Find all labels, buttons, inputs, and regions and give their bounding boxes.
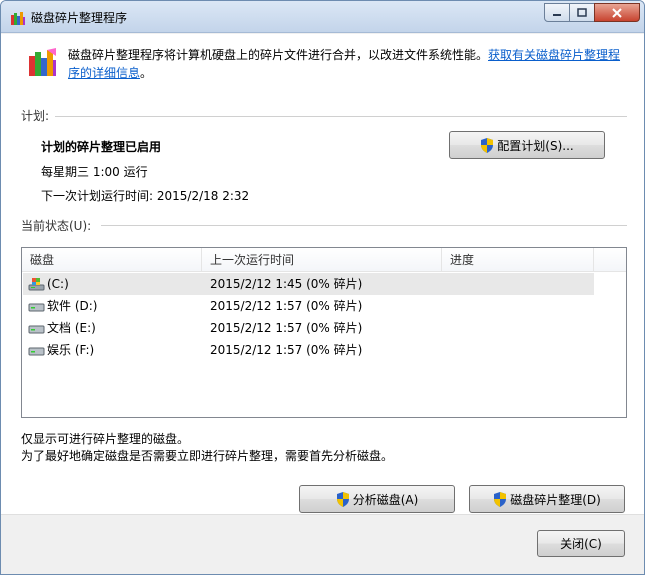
intro-suffix: 。 xyxy=(140,66,153,80)
intro-text: 磁盘碎片整理程序将计算机硬盘上的碎片文件进行合并，以改进文件系统性能。 xyxy=(68,48,489,62)
analyze-disk-button[interactable]: 分析磁盘(A) xyxy=(299,485,455,513)
disk-last-run: 2015/2/12 1:45 (0% 碎片) xyxy=(210,277,363,291)
disk-row-e[interactable]: 文档 (E:) 2015/2/12 1:57 (0% 碎片) xyxy=(23,317,594,339)
window-controls xyxy=(544,3,640,23)
maximize-button[interactable] xyxy=(569,3,595,22)
uac-shield-icon xyxy=(481,137,494,153)
status-section-label: 当前状态(U): xyxy=(21,219,92,233)
uac-shield-icon xyxy=(494,491,507,507)
drive-icon xyxy=(28,325,45,334)
drive-icon xyxy=(28,303,45,312)
disk-last-run: 2015/2/12 1:57 (0% 碎片) xyxy=(210,321,363,335)
column-header-last-run[interactable]: 上一次运行时间 xyxy=(202,248,442,272)
close-window-button[interactable] xyxy=(594,3,640,22)
defrag-app-icon xyxy=(29,48,56,76)
close-button[interactable]: 关闭(C) xyxy=(537,530,625,557)
disk-list[interactable]: 磁盘 上一次运行时间 进度 (C:) 2015/2/12 1:45 (0% 碎片… xyxy=(21,247,627,418)
system-drive-icon xyxy=(28,278,45,291)
minimize-icon xyxy=(553,13,561,16)
close-button-label: 关闭(C) xyxy=(560,537,602,551)
defragment-disk-button[interactable]: 磁盘碎片整理(D) xyxy=(469,485,625,513)
disk-name: 娱乐 (F:) xyxy=(47,343,95,357)
disk-last-run: 2015/2/12 1:57 (0% 碎片) xyxy=(210,343,363,357)
note-defraggable-only: 仅显示可进行碎片整理的磁盘。 xyxy=(21,432,190,446)
maximize-icon xyxy=(577,8,587,17)
column-header-disk[interactable]: 磁盘 xyxy=(22,248,202,272)
title-bar[interactable]: 磁盘碎片整理程序 xyxy=(1,1,644,33)
disk-row-c[interactable]: (C:) 2015/2/12 1:45 (0% 碎片) xyxy=(23,273,594,295)
disk-last-run: 2015/2/12 1:57 (0% 碎片) xyxy=(210,299,363,313)
analyze-disk-label: 分析磁盘(A) xyxy=(352,492,419,507)
schedule-status: 计划的碎片整理已启用 xyxy=(41,140,162,154)
disk-list-header: 磁盘 上一次运行时间 进度 xyxy=(22,248,626,272)
disk-name: (C:) xyxy=(47,277,69,291)
configure-schedule-button[interactable]: 配置计划(S)... xyxy=(449,131,605,159)
window-title: 磁盘碎片整理程序 xyxy=(31,11,128,25)
defragment-disk-label: 磁盘碎片整理(D) xyxy=(510,492,601,507)
schedule-next-run: 下一次计划运行时间: 2015/2/18 2:32 xyxy=(41,189,250,203)
column-header-progress[interactable]: 进度 xyxy=(442,248,594,272)
dialog-footer: 关闭(C) xyxy=(1,514,644,574)
schedule-divider xyxy=(55,116,627,117)
schedule-section-label: 计划: xyxy=(21,109,50,123)
configure-schedule-label: 配置计划(S)... xyxy=(497,138,574,153)
disk-name: 文档 (E:) xyxy=(47,321,96,335)
close-icon xyxy=(612,7,622,18)
defrag-app-icon xyxy=(11,12,25,25)
disk-row-f[interactable]: 娱乐 (F:) 2015/2/12 1:57 (0% 碎片) xyxy=(23,339,594,361)
uac-shield-icon xyxy=(336,491,349,507)
disk-name: 软件 (D:) xyxy=(47,299,98,313)
schedule-frequency: 每星期三 1:00 运行 xyxy=(41,165,148,179)
minimize-button[interactable] xyxy=(544,3,570,22)
note-analyze-first: 为了最好地确定磁盘是否需要立即进行碎片整理，需要首先分析磁盘。 xyxy=(21,449,394,463)
main-content: 磁盘碎片整理程序将计算机硬盘上的碎片文件进行合并，以改进文件系统性能。获取有关磁… xyxy=(1,34,644,514)
drive-icon xyxy=(28,347,45,356)
defrag-window: 磁盘碎片整理程序 磁盘碎片整理程序将计算机硬盘上的碎片文件进行合并，以改进文件系… xyxy=(0,0,645,575)
status-divider xyxy=(101,225,627,226)
intro-description: 磁盘碎片整理程序将计算机硬盘上的碎片文件进行合并，以改进文件系统性能。获取有关磁… xyxy=(68,46,624,82)
disk-row-d[interactable]: 软件 (D:) 2015/2/12 1:57 (0% 碎片) xyxy=(23,295,594,317)
